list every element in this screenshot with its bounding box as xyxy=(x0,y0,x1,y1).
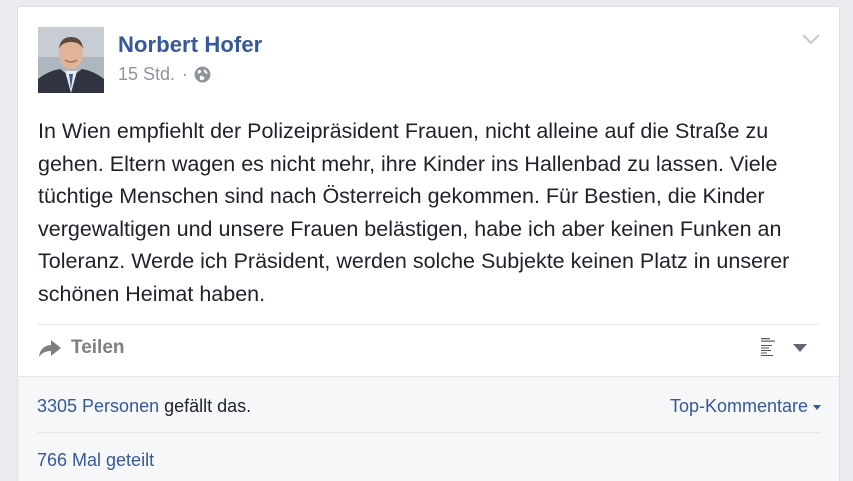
post-text: In Wien empfiehlt der Polizeipräsident F… xyxy=(38,119,790,306)
post-card: Norbert Hofer 15 Std. · In Wien empfiehl… xyxy=(17,6,840,481)
author-avatar[interactable] xyxy=(38,27,104,93)
top-comments-label: Top-Kommentare xyxy=(669,396,808,416)
shares-count-link[interactable]: 766 Mal geteilt xyxy=(37,450,154,471)
post-menu-chevron-icon[interactable] xyxy=(801,31,821,47)
avatar-image xyxy=(38,27,104,93)
page-thumbnail-icon[interactable] xyxy=(760,336,782,362)
chevron-down-icon[interactable] xyxy=(792,343,808,353)
author-name[interactable]: Norbert Hofer xyxy=(118,32,262,58)
post-meta: 15 Std. · xyxy=(118,64,211,85)
meta-separator: · xyxy=(182,64,189,84)
dropdown-caret-icon xyxy=(813,404,821,410)
footer-divider xyxy=(37,432,820,433)
share-button[interactable]: Teilen xyxy=(38,337,125,359)
top-comments-dropdown[interactable]: Top-Kommentare xyxy=(670,396,821,417)
action-divider xyxy=(38,324,819,325)
post-footer: 3305 Personen gefällt das. Top-Kommentar… xyxy=(18,376,839,481)
share-label: Teilen xyxy=(71,337,125,358)
likes-summary: 3305 Personen gefällt das. xyxy=(37,396,251,417)
post-timestamp[interactable]: 15 Std. xyxy=(118,64,175,85)
likes-suffix: gefällt das. xyxy=(159,396,252,416)
likes-count-link[interactable]: 3305 Personen xyxy=(37,396,159,416)
share-arrow-icon xyxy=(39,340,61,357)
globe-icon[interactable] xyxy=(194,66,211,83)
